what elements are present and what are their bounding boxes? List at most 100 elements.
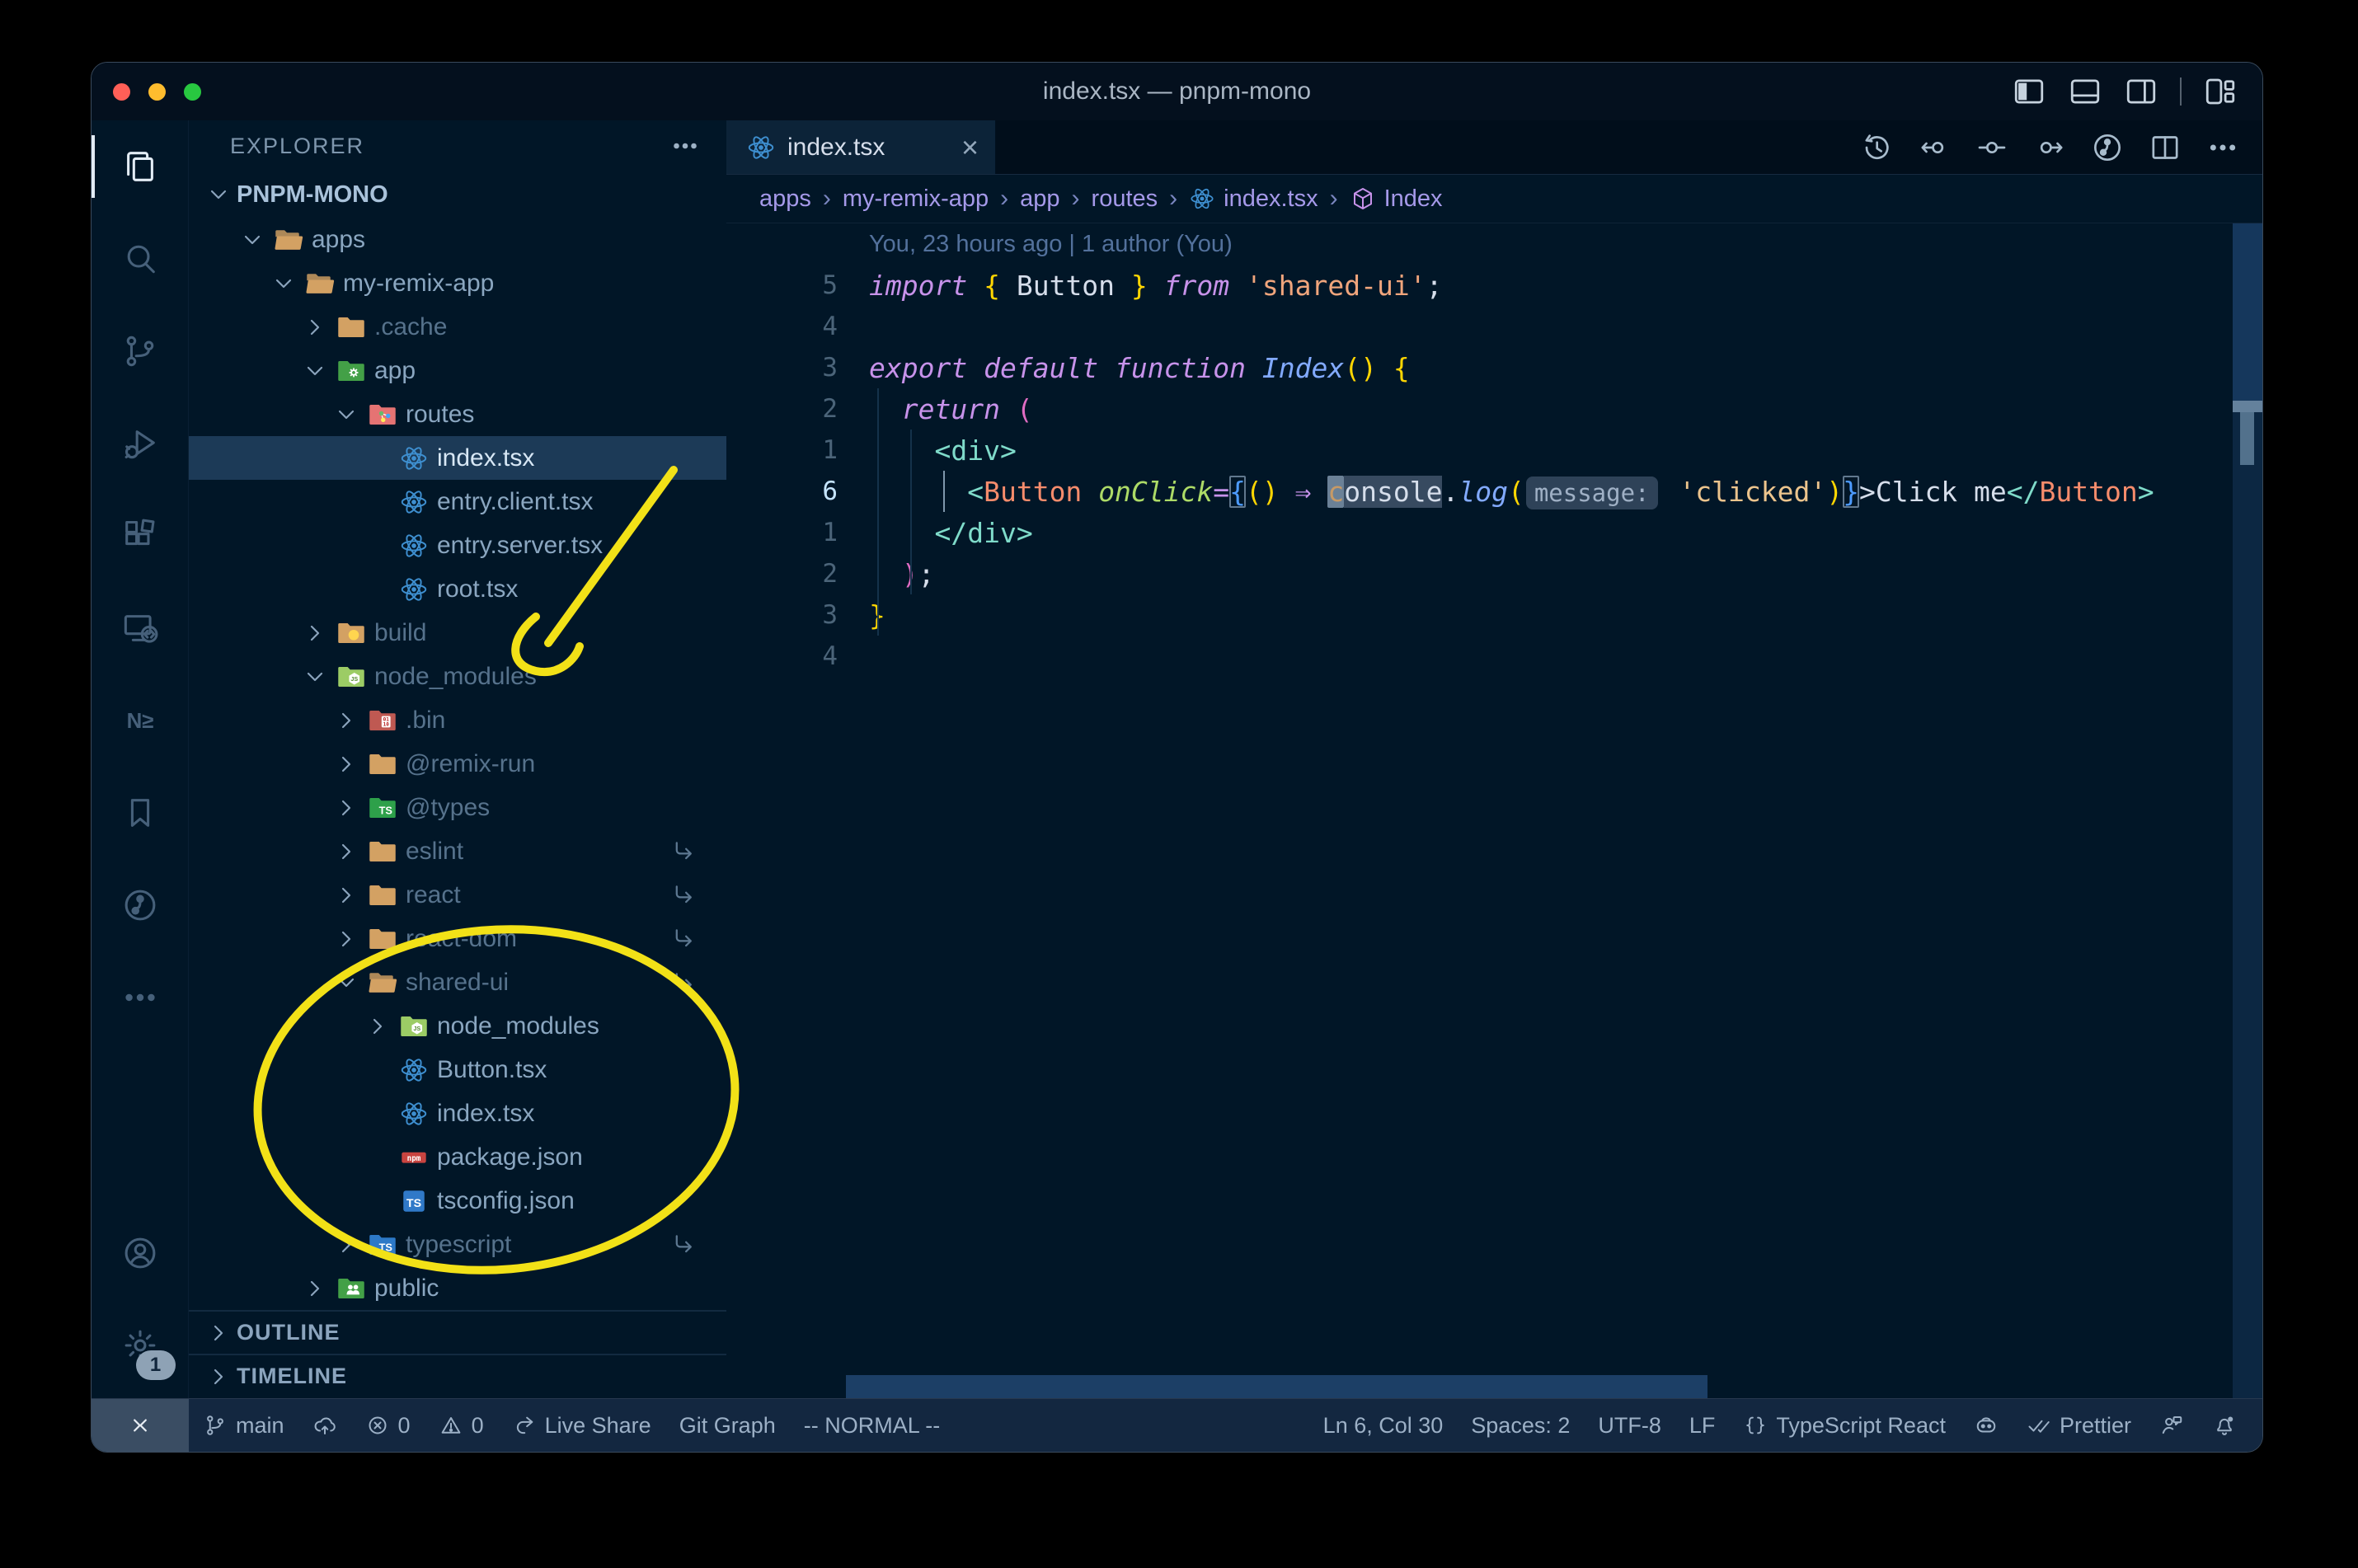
- sidebar-item-app[interactable]: app: [189, 349, 726, 392]
- code-editor[interactable]: You, 23 hours ago | 1 author (You) 5 impor…: [726, 223, 2262, 1398]
- change-icon[interactable]: [1975, 131, 2008, 164]
- sidebar-item-react-dom[interactable]: react-dom: [189, 917, 726, 960]
- activity-item-gitlens[interactable]: [92, 859, 189, 951]
- status-feedback[interactable]: [2145, 1399, 2198, 1452]
- toggle-panel-icon[interactable]: [2068, 74, 2102, 109]
- tab-index-tsx[interactable]: index.tsx ×: [726, 120, 996, 174]
- sidebar-item-routes[interactable]: routes: [189, 392, 726, 436]
- code-line-1[interactable]: 1 <div>: [726, 430, 2262, 471]
- breadcrumb-item-my-remix-app[interactable]: my-remix-app: [843, 185, 989, 213]
- sidebar-item-react[interactable]: react: [189, 873, 726, 917]
- breadcrumb-item-index[interactable]: Index: [1350, 185, 1443, 213]
- breadcrumb-item-app[interactable]: app: [1020, 185, 1059, 213]
- status-eol[interactable]: LF: [1675, 1399, 1730, 1452]
- code-line-4[interactable]: 4: [726, 636, 2262, 677]
- status-vim-mode[interactable]: -- NORMAL --: [790, 1399, 954, 1452]
- gitlens-icon[interactable]: [2091, 131, 2124, 164]
- toggle-secondary-sidebar-icon[interactable]: [2124, 74, 2158, 109]
- activity-item-bookmarks[interactable]: [92, 767, 189, 859]
- activity-item-remote-explorer[interactable]: [92, 582, 189, 674]
- sidebar-item-tsconfig-json[interactable]: TS tsconfig.json: [189, 1179, 726, 1223]
- sidebar-item-public[interactable]: public: [189, 1266, 726, 1310]
- sidebar-item-build[interactable]: build: [189, 611, 726, 655]
- status-git-graph[interactable]: Git Graph: [665, 1399, 790, 1452]
- close-tab-icon[interactable]: ×: [961, 132, 979, 162]
- sidebar-item-node-modules[interactable]: JS node_modules: [189, 1004, 726, 1048]
- sidebar-item-node-modules[interactable]: JS node_modules: [189, 655, 726, 698]
- file-label: routes: [406, 400, 475, 428]
- sidebar-item-package-json[interactable]: npm package.json: [189, 1135, 726, 1179]
- activity-item-extensions[interactable]: [92, 490, 189, 582]
- explorer-more-actions-icon[interactable]: [670, 131, 700, 161]
- breadcrumb-item-index-tsx[interactable]: index.tsx: [1189, 185, 1318, 213]
- status-sync[interactable]: [298, 1399, 351, 1452]
- editor-horizontal-scrollbar[interactable]: [846, 1375, 1707, 1398]
- cloud-upload-icon: [312, 1413, 337, 1438]
- split-icon[interactable]: [2149, 131, 2182, 164]
- code-line-1[interactable]: 1 </div>: [726, 512, 2262, 553]
- activity-item-source-control[interactable]: [92, 305, 189, 397]
- status-remote[interactable]: [92, 1399, 189, 1452]
- code-line-2[interactable]: 2 return (: [726, 388, 2262, 430]
- code-line-3[interactable]: 3 export default function Index() {: [726, 347, 2262, 388]
- close-window-button[interactable]: [113, 82, 130, 101]
- status-prettier[interactable]: Prettier: [2013, 1399, 2145, 1452]
- code-line-3[interactable]: 3}: [726, 594, 2262, 636]
- sidebar-item-entry-server-tsx[interactable]: entry.server.tsx: [189, 523, 726, 567]
- activity-item-settings[interactable]: 1: [92, 1299, 189, 1392]
- prev-change-icon[interactable]: [1918, 131, 1951, 164]
- code-line-2[interactable]: 2 );: [726, 553, 2262, 594]
- activity-item-run-debug[interactable]: [92, 397, 189, 490]
- folder-open-icon: [364, 967, 401, 998]
- sidebar-item-my-remix-app[interactable]: my-remix-app: [189, 261, 726, 305]
- outline-section[interactable]: OUTLINE: [189, 1310, 726, 1354]
- timeline-section[interactable]: TIMELINE: [189, 1354, 726, 1397]
- status-indentation[interactable]: Spaces: 2: [1457, 1399, 1584, 1452]
- sidebar-item-index-tsx[interactable]: index.tsx: [189, 436, 726, 480]
- status-cursor-position[interactable]: Ln 6, Col 30: [1309, 1399, 1458, 1452]
- activity-item-search[interactable]: [92, 213, 189, 305]
- status-warnings[interactable]: 0: [425, 1399, 498, 1452]
- editor-vertical-scrollbar[interactable]: [2233, 223, 2262, 1398]
- status-git-branch[interactable]: main: [189, 1399, 298, 1452]
- breadcrumb-item-routes[interactable]: routes: [1092, 185, 1158, 213]
- sidebar-item-entry-client-tsx[interactable]: entry.client.tsx: [189, 480, 726, 523]
- breadcrumb-item-apps[interactable]: apps: [759, 185, 811, 213]
- react-icon: [396, 443, 432, 474]
- sidebar-item--remix-run[interactable]: @remix-run: [189, 742, 726, 786]
- sidebar-item-apps[interactable]: apps: [189, 218, 726, 261]
- sidebar-item--types[interactable]: TS @types: [189, 786, 726, 829]
- sidebar-item-shared-ui[interactable]: shared-ui: [189, 960, 726, 1004]
- status-live-share[interactable]: Live Share: [498, 1399, 665, 1452]
- sidebar-item-index-tsx[interactable]: index.tsx: [189, 1091, 726, 1135]
- sidebar-item-root-tsx[interactable]: root.tsx: [189, 567, 726, 611]
- activity-item-explorer[interactable]: [92, 120, 189, 213]
- react-icon: [396, 1098, 432, 1129]
- status-language-mode[interactable]: TypeScript React: [1729, 1399, 1960, 1452]
- activity-item-accounts[interactable]: [92, 1207, 189, 1299]
- next-change-icon[interactable]: [2033, 131, 2066, 164]
- project-root-row[interactable]: PNPM-MONO: [189, 171, 726, 218]
- activity-item-nx-console[interactable]: N≥: [92, 674, 189, 767]
- code-line-4[interactable]: 4: [726, 306, 2262, 347]
- status-notifications[interactable]: [2198, 1399, 2251, 1452]
- activity-item-more-views[interactable]: [92, 951, 189, 1044]
- status-copilot[interactable]: [1960, 1399, 2013, 1452]
- status-errors[interactable]: 0: [351, 1399, 425, 1452]
- customize-layout-icon[interactable]: [2203, 74, 2238, 109]
- sidebar-item-typescript[interactable]: TS typescript: [189, 1223, 726, 1266]
- toggle-sidebar-icon[interactable]: [2012, 74, 2046, 109]
- sidebar-item-button-tsx[interactable]: Button.tsx: [189, 1048, 726, 1091]
- minimize-window-button[interactable]: [148, 82, 166, 101]
- code-line-5[interactable]: 5 import { Button } from 'shared-ui';: [726, 265, 2262, 306]
- sidebar-item--bin[interactable]: 01 10 .bin: [189, 698, 726, 742]
- zoom-window-button[interactable]: [184, 82, 201, 101]
- vertical-scrollbar-thumb[interactable]: [2233, 223, 2262, 401]
- sidebar-item--cache[interactable]: .cache: [189, 305, 726, 349]
- file-label: index.tsx: [437, 1099, 535, 1127]
- code-line-6[interactable]: 6 <Button onClick={() ⇒ console.log(mess…: [726, 471, 2262, 512]
- kebab-icon[interactable]: [2206, 131, 2239, 164]
- status-encoding[interactable]: UTF-8: [1584, 1399, 1675, 1452]
- sidebar-item-eslint[interactable]: eslint: [189, 829, 726, 873]
- history-icon[interactable]: [1860, 131, 1893, 164]
